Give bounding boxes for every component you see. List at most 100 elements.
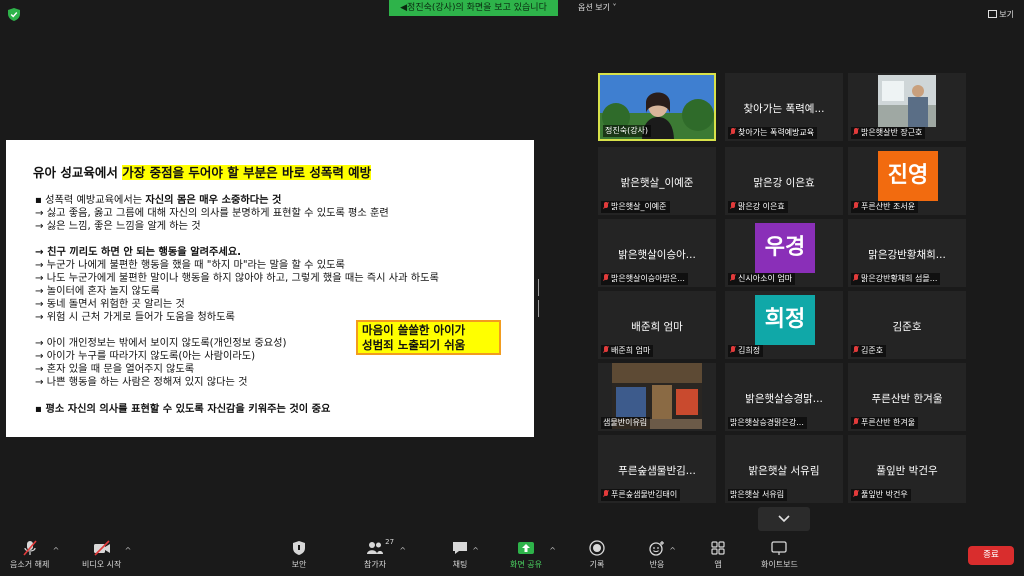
mic-muted-icon <box>853 274 859 282</box>
participant-display-name: 맑은강 이은효 <box>753 177 815 189</box>
participant-name-label: 밝은햇살반 장근호 <box>851 127 926 139</box>
participant-tile[interactable]: 풀잎반 박건우 풀잎반 박건우 <box>848 435 966 503</box>
participant-tile[interactable]: 밝은햇살이승아... 밝은햇살이승아밝은... <box>598 219 716 287</box>
participants-icon <box>367 542 384 554</box>
participant-tile[interactable]: 찾아가는 폭력예... 찾아가는 폭력예방교육 <box>725 73 843 141</box>
view-options-button[interactable]: 옵션 보기 ˅ <box>578 1 617 15</box>
mic-muted-icon <box>730 274 736 282</box>
mic-muted-icon <box>730 128 736 136</box>
slide-line: → 나도 누군가에게 불편한 말이나 행동을 하지 않아야 하고, 그렇게 했을… <box>35 273 439 284</box>
share-banner: ◀정진숙(강사)의 화면을 보고 있습니다 <box>389 0 558 16</box>
participant-display-name: 밝은햇살이승아... <box>618 249 696 261</box>
slide-title-prefix: 유아 성교육에서 <box>33 165 123 180</box>
view-options-label: 옵션 보기 <box>578 3 610 12</box>
mic-muted-icon <box>730 202 736 210</box>
slide-line: → 혼자 있을 때 문을 열어주지 않도록 <box>35 364 195 375</box>
mic-muted-icon <box>730 346 736 354</box>
unmute-label: 음소거 해제 <box>10 560 50 569</box>
share-icon: ◀ <box>400 3 408 13</box>
slide-line: → 동네 돌면서 위험한 곳 알리는 것 <box>35 299 185 310</box>
split-divider-handle[interactable] <box>538 279 541 317</box>
slide-line: → 나쁜 행동을 하는 사람은 정해져 있지 않다는 것 <box>35 377 248 388</box>
slide-line: → 아이 개인정보는 밖에서 보이지 않도록(개인정보 중요성) <box>35 338 287 349</box>
mic-muted-icon <box>603 274 609 282</box>
mic-muted-icon <box>853 490 859 498</box>
emoji-icon <box>649 541 664 556</box>
record-button[interactable]: 기록 <box>588 540 606 570</box>
chat-label: 채팅 <box>452 560 468 569</box>
reactions-button[interactable]: 반응 ^ <box>648 540 676 570</box>
mic-muted-icon <box>603 490 609 498</box>
participant-tile[interactable]: 샘물반이유림 <box>598 363 716 431</box>
participants-count: 27 <box>385 538 395 546</box>
participant-tile[interactable]: 진영 푸른산반 조서윤 <box>848 147 966 215</box>
participant-name-label: 푸른산반 조서윤 <box>851 201 919 213</box>
mic-muted-icon <box>853 346 859 354</box>
chevron-up-icon[interactable]: ^ <box>549 546 556 555</box>
participant-tile[interactable]: 배준희 엄마 배준희 엄마 <box>598 291 716 359</box>
zoom-window: ◀정진숙(강사)의 화면을 보고 있습니다 옵션 보기 ˅ 보기 유아 성교육에… <box>0 0 1024 576</box>
unmute-button[interactable]: 음소거 해제 ^ <box>10 540 59 570</box>
slide-line: → 싫고 좋음, 옳고 그름에 대해 자신의 의사를 분명하게 표현할 수 있도… <box>35 208 389 219</box>
slide-line: → 아이가 누구를 따라가지 않도록(아는 사람이라도) <box>35 351 256 362</box>
participant-display-name: 밝은햇살_이예준 <box>620 177 694 189</box>
chevron-up-icon[interactable]: ^ <box>53 546 60 555</box>
participant-display-name: 맑은강반황채희... <box>868 249 946 261</box>
video-off-icon <box>93 540 110 556</box>
participant-tile[interactable]: 푸른산반 한겨울 푸른산반 한겨울 <box>848 363 966 431</box>
whiteboard-button[interactable]: 화이트보드 <box>761 540 798 570</box>
participant-tile[interactable]: 우경 신시아소이 엄마 <box>725 219 843 287</box>
start-video-button[interactable]: 비디오 시작 ^ <box>82 540 131 570</box>
participant-name-label: 풀잎반 박건우 <box>851 489 911 501</box>
participant-tile[interactable]: 밝은햇살승경맑... 밝은햇살승경맑은강... <box>725 363 843 431</box>
participant-tile[interactable]: 밝은햇살_이예준 밝은햇살_이예준 <box>598 147 716 215</box>
slide-line: → 놀이터에 혼자 놀지 않도록 <box>35 286 160 297</box>
participant-name-label: 배준희 엄마 <box>601 345 654 357</box>
participant-name-label: 푸른숲샘물반김태이 <box>601 489 681 501</box>
participant-name-label: 맑은강 이은효 <box>728 201 788 213</box>
chat-button[interactable]: 채팅 ^ <box>451 540 479 570</box>
slide-title: 유아 성교육에서 가장 중점을 두어야 할 부분은 바로 성폭력 예방 <box>33 162 372 181</box>
record-icon <box>589 540 605 556</box>
slide-line: ▪ 성폭력 예방교육에서는 자신의 몸은 매우 소중하다는 것 <box>35 195 282 206</box>
apps-icon <box>711 541 725 555</box>
chevron-up-icon[interactable]: ^ <box>399 546 406 555</box>
participant-tile[interactable]: 희정 김희정 <box>725 291 843 359</box>
end-meeting-button[interactable]: 종료 <box>968 546 1014 565</box>
participant-avatar: 희정 <box>755 295 815 345</box>
participant-display-name: 찾아가는 폭력예... <box>743 103 825 115</box>
room-video <box>878 75 936 127</box>
view-button[interactable]: 보기 <box>988 8 1014 22</box>
chevron-down-icon <box>778 515 790 523</box>
chevron-up-icon[interactable]: ^ <box>472 546 479 555</box>
reactions-label: 반응 <box>649 560 665 569</box>
chevron-up-icon[interactable]: ^ <box>125 546 132 555</box>
participant-tile[interactable]: 밝은햇살 서유림 밝은햇살 서유림 <box>725 435 843 503</box>
participant-name-label: 샘물반이유림 <box>601 417 651 429</box>
participant-tile[interactable]: 푸른숲샘물반김... 푸른숲샘물반김태이 <box>598 435 716 503</box>
mic-muted-icon <box>853 202 859 210</box>
participant-tile[interactable]: 맑은강반황채희... 맑은강반황채희 섬몰... <box>848 219 966 287</box>
security-label: 보안 <box>291 560 307 569</box>
participant-tile[interactable]: 밝은햇살반 장근호 <box>848 73 966 141</box>
participant-tile[interactable]: 김준호 김준호 <box>848 291 966 359</box>
participant-display-name: 푸른산반 한겨울 <box>871 393 943 405</box>
shield-icon[interactable] <box>8 8 20 21</box>
slide-line: → 위험 시 근처 가게로 들어가 도움을 청하도록 <box>35 312 235 323</box>
security-button[interactable]: 보안 <box>290 540 308 570</box>
record-label: 기록 <box>589 560 605 569</box>
apps-button[interactable]: 앱 <box>709 540 727 570</box>
gallery-next-page-button[interactable] <box>758 507 810 531</box>
participant-tile[interactable]: 맑은강 이은효 맑은강 이은효 <box>725 147 843 215</box>
mic-muted-icon <box>853 128 859 136</box>
mic-muted-icon <box>853 418 859 426</box>
participants-button[interactable]: 27 참가자 ^ <box>364 538 406 570</box>
participant-name-label: 밝은햇살승경맑은강... <box>728 417 807 429</box>
participant-tile-instructor[interactable]: 정진숙(강사) <box>598 73 716 141</box>
callout-line: 성범죄 노출되기 쉬움 <box>362 337 466 352</box>
share-screen-button[interactable]: 화면 공유 ^ <box>510 540 556 570</box>
chevron-down-icon: ˅ <box>612 3 617 12</box>
chevron-up-icon[interactable]: ^ <box>669 546 676 555</box>
slide-line: → 친구 끼리도 하면 안 되는 행동을 알려주세요. <box>35 247 241 258</box>
participant-name-label: 맑은강반황채희 섬몰... <box>851 273 941 285</box>
